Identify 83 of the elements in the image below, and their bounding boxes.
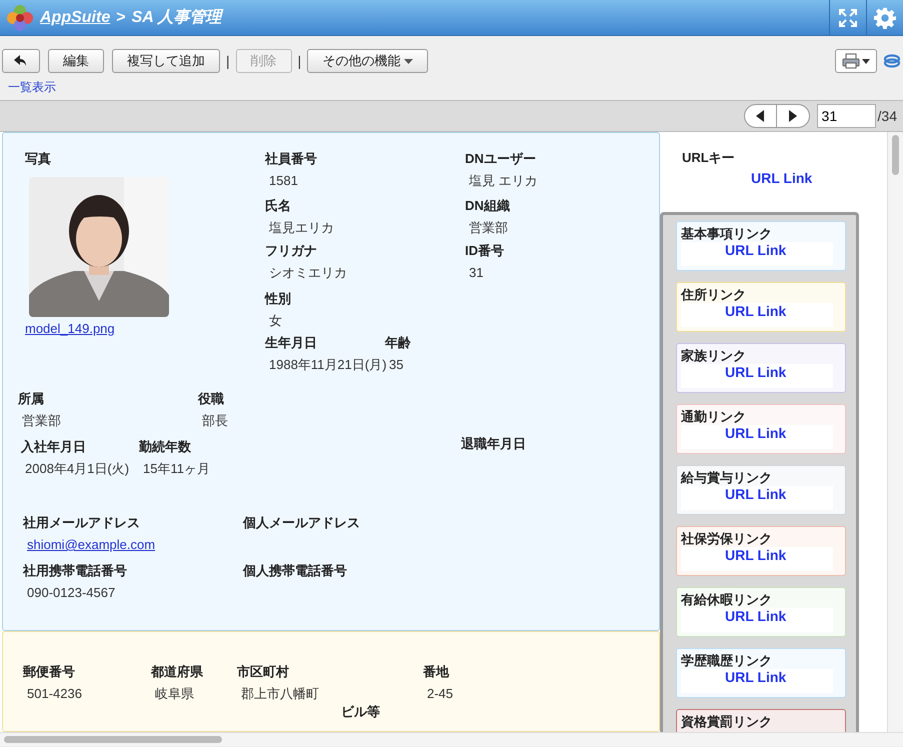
page-number-field[interactable]: 31 bbox=[816, 104, 876, 128]
field-value: 塩見 エリカ bbox=[468, 172, 538, 190]
field-value: 1581 bbox=[268, 172, 299, 190]
field-value: 営業部 bbox=[468, 219, 509, 237]
horizontal-scrollbar[interactable] bbox=[0, 732, 903, 746]
page-total: /34 bbox=[878, 106, 897, 126]
back-arrow-icon bbox=[14, 55, 28, 67]
field-value: 31 bbox=[468, 264, 484, 282]
next-icon bbox=[788, 110, 797, 122]
field-label: 勤続年数 bbox=[139, 438, 192, 456]
field-value: 部長 bbox=[201, 412, 229, 430]
field-label: 所属 bbox=[18, 390, 45, 408]
field-label: 社員番号 bbox=[265, 150, 318, 168]
card-title: 給与賞与リンク bbox=[681, 469, 773, 486]
card-title: 基本事項リンク bbox=[681, 225, 773, 242]
field-value: 090-0123-4567 bbox=[26, 584, 116, 602]
back-button[interactable] bbox=[2, 49, 40, 73]
next-button[interactable] bbox=[776, 104, 810, 128]
card-title: 資格賞罰リンク bbox=[681, 713, 773, 730]
field-value: 塩見エリカ bbox=[268, 219, 335, 237]
list-view-link[interactable]: 一覧表示 bbox=[8, 78, 56, 96]
field-label: 生年月日 bbox=[265, 334, 318, 352]
field-label: 退職年月日 bbox=[461, 435, 527, 453]
previous-icon bbox=[756, 110, 764, 122]
field-label: 番地 bbox=[423, 663, 450, 681]
card-title: 有給休暇リンク bbox=[681, 591, 773, 608]
more-functions-button[interactable]: その他の機能 bbox=[307, 49, 428, 73]
logo-icon bbox=[6, 4, 34, 32]
field-label: 社用メールアドレス bbox=[23, 514, 141, 532]
toolbar-separator: | bbox=[298, 52, 302, 71]
card-title: 学歴職歴リンク bbox=[681, 652, 773, 669]
field-label: 氏名 bbox=[265, 197, 292, 215]
field-label: 市区町村 bbox=[237, 663, 290, 681]
field-label: 個人携帯電話番号 bbox=[243, 562, 348, 580]
field-value: 501-4236 bbox=[26, 685, 83, 703]
field-label: 郵便番号 bbox=[23, 663, 76, 681]
breadcrumb-separator: > bbox=[116, 8, 126, 28]
field-label: ID番号 bbox=[465, 242, 505, 260]
field-label: 個人メールアドレス bbox=[243, 514, 361, 532]
settings-icon bbox=[874, 6, 896, 28]
field-label: DNユーザー bbox=[465, 150, 537, 168]
scroll-thumb[interactable] bbox=[4, 736, 222, 743]
card-title: 通勤リンク bbox=[681, 408, 747, 425]
card-title: 家族リンク bbox=[681, 347, 747, 364]
field-label: フリガナ bbox=[265, 242, 318, 260]
app-title: SA 人事管理 bbox=[132, 8, 222, 28]
field-label: 年齢 bbox=[385, 334, 412, 352]
field-label: 役職 bbox=[198, 390, 225, 408]
field-value: 15年11ヶ月 bbox=[142, 460, 211, 478]
email-link[interactable]: shiomi@example.com bbox=[23, 535, 156, 555]
scroll-thumb[interactable] bbox=[892, 135, 899, 175]
field-label: 入社年月日 bbox=[21, 438, 87, 456]
field-label: 社用携帯電話番号 bbox=[23, 562, 128, 580]
field-value: 郡上市八幡町 bbox=[240, 685, 320, 703]
expand-icon bbox=[838, 8, 858, 28]
field-value: 営業部 bbox=[21, 412, 62, 430]
field-value: 1988年11月21日(月) bbox=[268, 356, 385, 374]
field-value: シオミエリカ bbox=[268, 264, 348, 282]
field-label: 写真 bbox=[25, 150, 52, 168]
file-link[interactable]: model_149.png bbox=[25, 319, 115, 338]
field-label: URLキー bbox=[682, 149, 736, 167]
field-label: DN組織 bbox=[465, 197, 511, 215]
toolbar-separator: | bbox=[226, 52, 230, 71]
url-link[interactable]: URL Link bbox=[682, 168, 887, 188]
printer-icon bbox=[842, 53, 860, 69]
toolbar-button[interactable]: 複写して追加 bbox=[112, 49, 220, 73]
previous-button[interactable] bbox=[744, 104, 777, 128]
caret-icon bbox=[862, 58, 870, 64]
field-label: 都道府県 bbox=[151, 663, 204, 681]
field-value: 岐阜県 bbox=[154, 685, 195, 703]
field-value: 2008年4月1日(火) bbox=[24, 460, 130, 478]
vertical-scrollbar[interactable] bbox=[887, 132, 903, 732]
field-value: 2-45 bbox=[426, 685, 454, 703]
link-icon[interactable] bbox=[883, 54, 901, 68]
card-title: 住所リンク bbox=[681, 286, 747, 303]
toolbar-button[interactable]: 編集 bbox=[48, 49, 104, 73]
card-title: 社保労保リンク bbox=[681, 530, 773, 547]
caret-icon bbox=[404, 58, 414, 64]
print-button[interactable] bbox=[835, 49, 877, 73]
field-value: 35 bbox=[388, 356, 404, 374]
field-label: 性別 bbox=[265, 290, 292, 308]
field-label: ビル等 bbox=[341, 703, 381, 721]
field-value: 女 bbox=[268, 312, 283, 330]
